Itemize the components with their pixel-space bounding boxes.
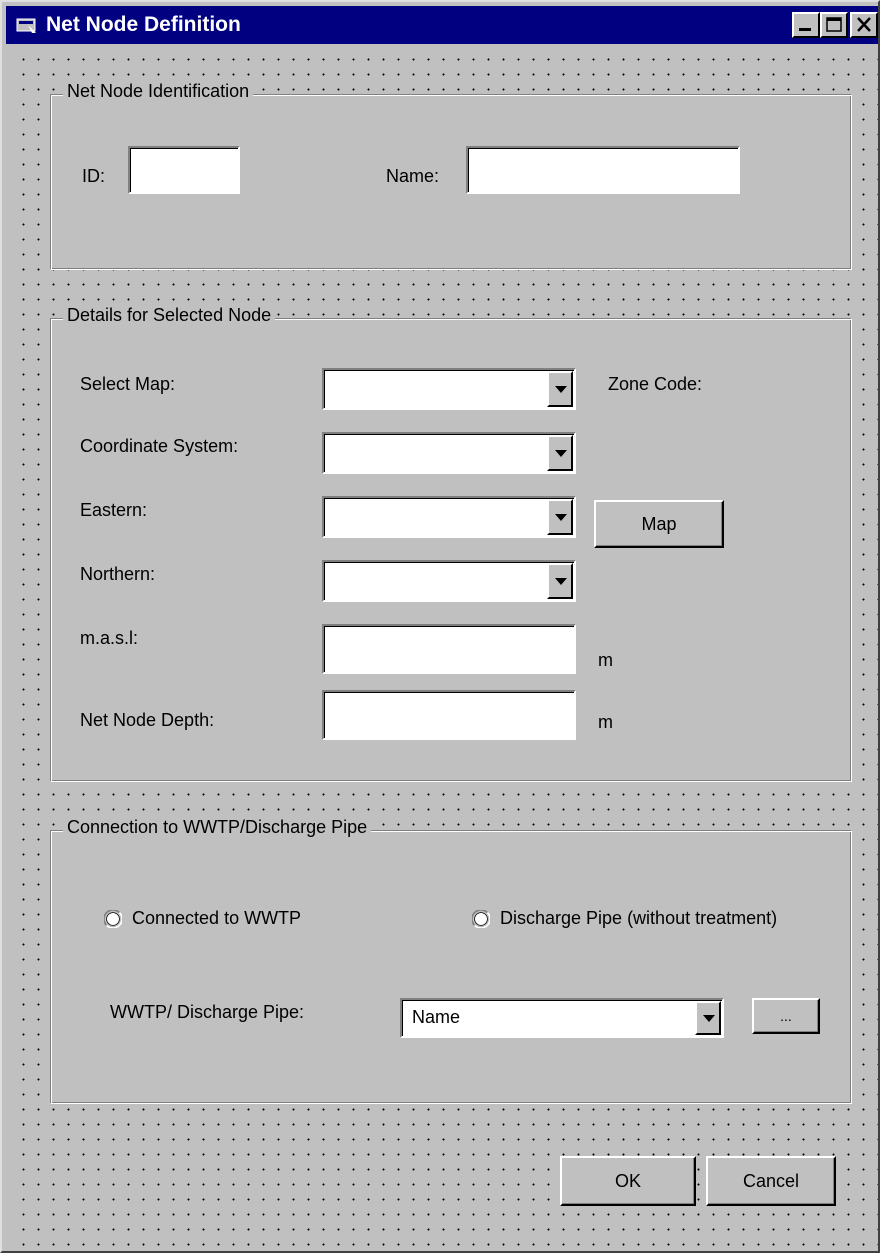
window-title: Net Node Definition <box>46 13 241 36</box>
name-field[interactable] <box>466 146 740 194</box>
eastern-label: Eastern: <box>80 500 148 520</box>
northern-label: Northern: <box>80 564 156 584</box>
connected-to-wwtp-label: Connected to WWTP <box>132 908 302 928</box>
discharge-pipe-radio[interactable]: Discharge Pipe (without treatment) <box>472 908 777 929</box>
discharge-pipe-label: Discharge Pipe (without treatment) <box>500 908 778 928</box>
maximize-icon <box>826 17 842 32</box>
maximize-button[interactable] <box>820 12 848 38</box>
net-node-depth-field[interactable] <box>322 690 576 740</box>
coordinate-system-combo[interactable] <box>322 432 576 474</box>
wwtp-discharge-pipe-combo[interactable]: Name <box>400 998 724 1038</box>
minimize-icon <box>799 28 811 31</box>
connected-to-wwtp-radio[interactable]: Connected to WWTP <box>104 908 301 929</box>
dialog-client-area: Net Node Identification ID: Name: Detail… <box>10 46 878 1251</box>
zone-code-label: Zone Code: <box>608 374 703 394</box>
northern-combo[interactable] <box>322 560 576 602</box>
masl-field[interactable] <box>322 624 576 674</box>
select-map-dropdown-button[interactable] <box>547 371 573 407</box>
chevron-down-icon <box>555 514 567 521</box>
coordinate-system-dropdown-button[interactable] <box>547 435 573 471</box>
select-map-label: Select Map: <box>80 374 176 394</box>
title-bar[interactable]: Net Node Definition <box>6 6 878 44</box>
close-icon <box>857 17 871 32</box>
masl-unit: m <box>598 650 613 670</box>
depth-unit: m <box>598 712 613 732</box>
chevron-down-icon <box>555 578 567 585</box>
app-icon <box>16 16 38 34</box>
net-node-definition-window: Net Node Definition Net Node Identificat… <box>0 0 880 1253</box>
chevron-down-icon <box>703 1015 715 1022</box>
eastern-dropdown-button[interactable] <box>547 499 573 535</box>
radio-unchecked-icon <box>472 909 490 928</box>
eastern-combo[interactable] <box>322 496 576 538</box>
map-button[interactable]: Map <box>594 500 724 548</box>
id-field[interactable] <box>128 146 240 194</box>
cancel-button[interactable]: Cancel <box>706 1156 836 1206</box>
identification-frame-title: Net Node Identification <box>63 81 254 102</box>
wwtp-discharge-pipe-label: WWTP/ Discharge Pipe: <box>110 1002 305 1022</box>
ok-button[interactable]: OK <box>560 1156 696 1206</box>
chevron-down-icon <box>555 450 567 457</box>
coordinate-system-label: Coordinate System: <box>80 436 239 456</box>
wwtp-discharge-pipe-dropdown-button[interactable] <box>695 1001 721 1035</box>
browse-button[interactable]: ... <box>752 998 820 1034</box>
radio-unchecked-icon <box>104 909 122 928</box>
name-label: Name: <box>386 166 440 186</box>
northern-dropdown-button[interactable] <box>547 563 573 599</box>
connection-frame-title: Connection to WWTP/Discharge Pipe <box>63 817 372 838</box>
chevron-down-icon <box>555 386 567 393</box>
connection-frame: Connection to WWTP/Discharge Pipe <box>50 817 852 1104</box>
select-map-combo[interactable] <box>322 368 576 410</box>
id-label: ID: <box>82 166 106 186</box>
details-frame-title: Details for Selected Node <box>63 305 276 326</box>
minimize-button[interactable] <box>792 12 820 38</box>
close-button[interactable] <box>850 12 878 38</box>
wwtp-discharge-pipe-value: Name <box>412 1007 461 1027</box>
net-node-depth-label: Net Node Depth: <box>80 710 215 730</box>
masl-label: m.a.s.l: <box>80 628 139 648</box>
